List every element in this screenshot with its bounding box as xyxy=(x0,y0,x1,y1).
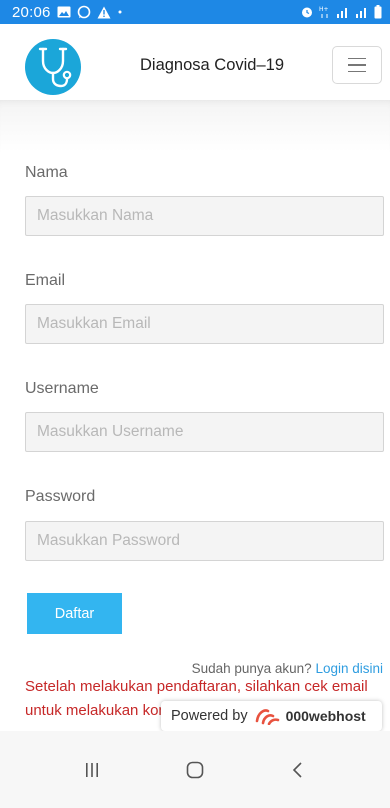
recents-icon xyxy=(85,762,98,777)
password-label: Password xyxy=(25,488,96,505)
navbar: Diagnosa Covid–19 xyxy=(0,24,390,100)
username-label: Username xyxy=(25,380,99,397)
status-bar: 20:06 H+ xyxy=(0,0,390,24)
battery-icon xyxy=(374,5,382,19)
alarm-icon xyxy=(302,7,312,18)
email-label: Email xyxy=(25,272,66,289)
webhost-logo-icon xyxy=(255,709,279,725)
navbar-brand[interactable]: Diagnosa Covid–19 xyxy=(140,56,284,75)
stethoscope-icon[interactable] xyxy=(25,39,81,95)
alert-icon xyxy=(97,6,111,18)
email-input[interactable] xyxy=(25,304,384,344)
hamburger-icon-line xyxy=(348,64,366,66)
gallery-icon xyxy=(57,6,71,18)
recents-button[interactable] xyxy=(72,750,112,790)
password-input[interactable] xyxy=(25,521,384,561)
powered-by-badge[interactable]: Powered by 000webhost xyxy=(161,701,382,731)
hamburger-menu-button[interactable] xyxy=(332,46,382,84)
home-icon xyxy=(186,761,204,778)
nama-label: Nama xyxy=(25,164,68,181)
whatsapp-icon xyxy=(77,5,90,19)
data-icon: H+ xyxy=(319,6,329,18)
dot-icon xyxy=(118,10,122,14)
system-nav-bar xyxy=(0,731,390,808)
status-time: 20:06 xyxy=(12,3,51,21)
powered-by-text: Powered by xyxy=(171,708,248,724)
login-prompt-text: Sudah punya akun? xyxy=(191,661,312,676)
svg-text:H+: H+ xyxy=(319,6,329,13)
webhost-name: 000webhost xyxy=(285,708,366,724)
hamburger-icon-line xyxy=(348,70,366,73)
back-icon xyxy=(293,761,302,778)
daftar-button[interactable]: Daftar xyxy=(27,593,122,634)
signal-icon xyxy=(356,8,366,18)
signal-icon xyxy=(337,8,347,18)
home-button[interactable] xyxy=(175,750,215,790)
hamburger-icon-line xyxy=(348,57,366,60)
login-prompt: Sudah punya akun? Login disini xyxy=(192,661,383,676)
nama-input[interactable] xyxy=(25,196,384,236)
login-link[interactable]: Login disini xyxy=(315,661,383,676)
username-input[interactable] xyxy=(25,412,384,452)
header-shadow xyxy=(0,100,390,152)
back-button[interactable] xyxy=(278,750,318,790)
